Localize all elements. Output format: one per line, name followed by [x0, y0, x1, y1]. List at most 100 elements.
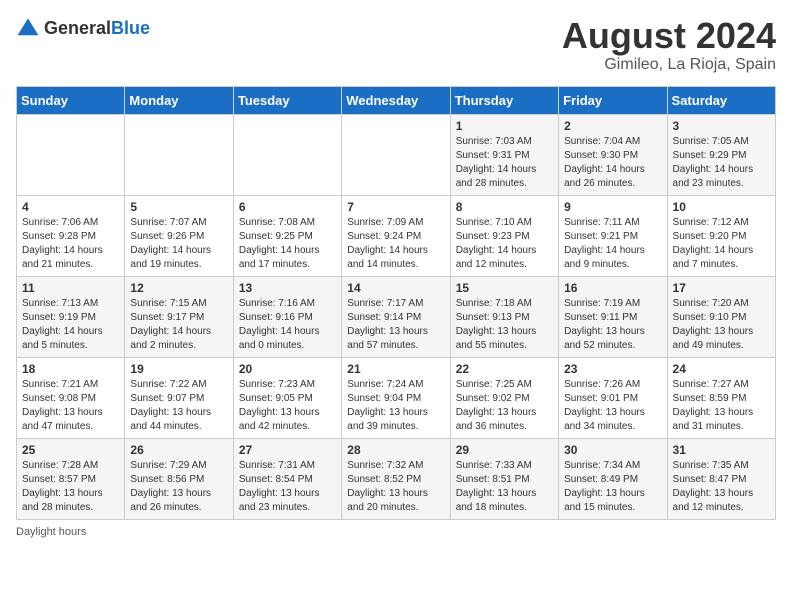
day-number: 16 — [564, 281, 661, 295]
column-header-sunday: Sunday — [17, 86, 125, 114]
day-info: Sunrise: 7:11 AM Sunset: 9:21 PM Dayligh… — [564, 216, 661, 272]
calendar-cell: 15Sunrise: 7:18 AM Sunset: 9:13 PM Dayli… — [450, 276, 558, 357]
calendar-cell: 10 Sunrise: 7:12 AM Sunset: 9:20 PM Dayli… — [667, 195, 775, 276]
calendar-cell: 13 Sunrise: 7:16 AM Sunset: 9:16 PM Dayli… — [233, 276, 341, 357]
day-number: 27 — [239, 443, 336, 457]
day-number: 19 — [130, 362, 227, 376]
day-info: Sunrise: 7:15 AM Sunset: 9:17 PM Dayligh… — [130, 297, 227, 353]
day-number: 20 — [239, 362, 336, 376]
day-number: 31 — [673, 443, 770, 457]
header-row: SundayMondayTuesdayWednesdayThursdayFrid… — [17, 86, 776, 114]
day-number: 24 — [673, 362, 770, 376]
logo: GeneralBlue — [16, 16, 150, 40]
day-info: Sunrise: 7:28 AM Sunset: 8:57 PM Dayligh… — [22, 459, 119, 515]
day-number: 4 — [22, 200, 119, 214]
day-number: 10 — [673, 200, 770, 214]
day-info: Sunrise: 7:10 AM Sunset: 9:23 PM Dayligh… — [456, 216, 553, 272]
month-year-title: August 2024 — [562, 16, 776, 56]
calendar-cell: 7Sunrise: 7:09 AM Sunset: 9:24 PM Daylig… — [342, 195, 450, 276]
day-info: Sunrise: 7:20 AM Sunset: 9:10 PM Dayligh… — [673, 297, 770, 353]
column-header-saturday: Saturday — [667, 86, 775, 114]
day-number: 9 — [564, 200, 661, 214]
calendar-cell: 16 Sunrise: 7:19 AM Sunset: 9:11 PM Dayli… — [559, 276, 667, 357]
column-header-monday: Monday — [125, 86, 233, 114]
calendar-cell: 21 Sunrise: 7:24 AM Sunset: 9:04 PM Dayli… — [342, 357, 450, 438]
day-info: Sunrise: 7:32 AM Sunset: 8:52 PM Dayligh… — [347, 459, 444, 515]
day-info: Sunrise: 7:17 AM Sunset: 9:14 PM Dayligh… — [347, 297, 444, 353]
day-info: Sunrise: 7:19 AM Sunset: 9:11 PM Dayligh… — [564, 297, 661, 353]
week-row-3: 11Sunrise: 7:13 AM Sunset: 9:19 PM Dayli… — [17, 276, 776, 357]
day-info: Sunrise: 7:25 AM Sunset: 9:02 PM Dayligh… — [456, 378, 553, 434]
day-number: 25 — [22, 443, 119, 457]
calendar-cell: 12 Sunrise: 7:15 AM Sunset: 9:17 PM Dayli… — [125, 276, 233, 357]
column-header-friday: Friday — [559, 86, 667, 114]
calendar-cell: 24Sunrise: 7:27 AM Sunset: 8:59 PM Dayli… — [667, 357, 775, 438]
logo-blue-text: Blue — [111, 18, 150, 38]
calendar-cell: 1 Sunrise: 7:03 AM Sunset: 9:31 PM Daylig… — [450, 114, 558, 195]
calendar-cell: 20Sunrise: 7:23 AM Sunset: 9:05 PM Dayli… — [233, 357, 341, 438]
daylight-label: Daylight hours — [16, 526, 86, 538]
day-info: Sunrise: 7:16 AM Sunset: 9:16 PM Dayligh… — [239, 297, 336, 353]
day-info: Sunrise: 7:24 AM Sunset: 9:04 PM Dayligh… — [347, 378, 444, 434]
week-row-4: 18Sunrise: 7:21 AM Sunset: 9:08 PM Dayli… — [17, 357, 776, 438]
day-info: Sunrise: 7:33 AM Sunset: 8:51 PM Dayligh… — [456, 459, 553, 515]
column-header-tuesday: Tuesday — [233, 86, 341, 114]
calendar-cell: 29 Sunrise: 7:33 AM Sunset: 8:51 PM Dayli… — [450, 438, 558, 519]
day-number: 17 — [673, 281, 770, 295]
calendar-cell: 2Sunrise: 7:04 AM Sunset: 9:30 PM Daylig… — [559, 114, 667, 195]
calendar-table: SundayMondayTuesdayWednesdayThursdayFrid… — [16, 86, 776, 520]
day-info: Sunrise: 7:07 AM Sunset: 9:26 PM Dayligh… — [130, 216, 227, 272]
calendar-cell: 27 Sunrise: 7:31 AM Sunset: 8:54 PM Dayli… — [233, 438, 341, 519]
day-number: 14 — [347, 281, 444, 295]
calendar-cell: 4Sunrise: 7:06 AM Sunset: 9:28 PM Daylig… — [17, 195, 125, 276]
week-row-5: 25 Sunrise: 7:28 AM Sunset: 8:57 PM Dayli… — [17, 438, 776, 519]
calendar-cell: 3 Sunrise: 7:05 AM Sunset: 9:29 PM Daylig… — [667, 114, 775, 195]
day-number: 13 — [239, 281, 336, 295]
day-info: Sunrise: 7:26 AM Sunset: 9:01 PM Dayligh… — [564, 378, 661, 434]
day-info: Sunrise: 7:29 AM Sunset: 8:56 PM Dayligh… — [130, 459, 227, 515]
calendar-cell: 31 Sunrise: 7:35 AM Sunset: 8:47 PM Dayli… — [667, 438, 775, 519]
day-number: 26 — [130, 443, 227, 457]
calendar-cell: 28 Sunrise: 7:32 AM Sunset: 8:52 PM Dayli… — [342, 438, 450, 519]
calendar-cell: 5 Sunrise: 7:07 AM Sunset: 9:26 PM Daylig… — [125, 195, 233, 276]
logo-general-text: General — [44, 18, 111, 38]
calendar-cell — [342, 114, 450, 195]
column-header-thursday: Thursday — [450, 86, 558, 114]
calendar-cell: 14 Sunrise: 7:17 AM Sunset: 9:14 PM Dayli… — [342, 276, 450, 357]
day-number: 23 — [564, 362, 661, 376]
week-row-1: 1 Sunrise: 7:03 AM Sunset: 9:31 PM Daylig… — [17, 114, 776, 195]
calendar-cell: 25 Sunrise: 7:28 AM Sunset: 8:57 PM Dayli… — [17, 438, 125, 519]
location-subtitle: Gimileo, La Rioja, Spain — [562, 56, 776, 74]
day-info: Sunrise: 7:13 AM Sunset: 9:19 PM Dayligh… — [22, 297, 119, 353]
day-number: 18 — [22, 362, 119, 376]
calendar-cell: 6Sunrise: 7:08 AM Sunset: 9:25 PM Daylig… — [233, 195, 341, 276]
calendar-cell: 22Sunrise: 7:25 AM Sunset: 9:02 PM Dayli… — [450, 357, 558, 438]
day-number: 12 — [130, 281, 227, 295]
column-header-wednesday: Wednesday — [342, 86, 450, 114]
day-number: 1 — [456, 119, 553, 133]
day-info: Sunrise: 7:09 AM Sunset: 9:24 PM Dayligh… — [347, 216, 444, 272]
day-number: 3 — [673, 119, 770, 133]
day-number: 30 — [564, 443, 661, 457]
calendar-cell — [125, 114, 233, 195]
page-header: GeneralBlue August 2024 Gimileo, La Rioj… — [16, 16, 776, 74]
day-info: Sunrise: 7:12 AM Sunset: 9:20 PM Dayligh… — [673, 216, 770, 272]
day-info: Sunrise: 7:31 AM Sunset: 8:54 PM Dayligh… — [239, 459, 336, 515]
day-info: Sunrise: 7:34 AM Sunset: 8:49 PM Dayligh… — [564, 459, 661, 515]
day-number: 15 — [456, 281, 553, 295]
day-number: 6 — [239, 200, 336, 214]
day-number: 28 — [347, 443, 444, 457]
day-number: 5 — [130, 200, 227, 214]
title-block: August 2024 Gimileo, La Rioja, Spain — [562, 16, 776, 74]
calendar-cell: 19Sunrise: 7:22 AM Sunset: 9:07 PM Dayli… — [125, 357, 233, 438]
day-info: Sunrise: 7:04 AM Sunset: 9:30 PM Dayligh… — [564, 135, 661, 191]
day-number: 29 — [456, 443, 553, 457]
calendar-cell — [233, 114, 341, 195]
calendar-cell: 8Sunrise: 7:10 AM Sunset: 9:23 PM Daylig… — [450, 195, 558, 276]
calendar-cell: 26 Sunrise: 7:29 AM Sunset: 8:56 PM Dayli… — [125, 438, 233, 519]
day-number: 21 — [347, 362, 444, 376]
day-info: Sunrise: 7:05 AM Sunset: 9:29 PM Dayligh… — [673, 135, 770, 191]
calendar-cell: 11Sunrise: 7:13 AM Sunset: 9:19 PM Dayli… — [17, 276, 125, 357]
day-info: Sunrise: 7:35 AM Sunset: 8:47 PM Dayligh… — [673, 459, 770, 515]
day-info: Sunrise: 7:03 AM Sunset: 9:31 PM Dayligh… — [456, 135, 553, 191]
